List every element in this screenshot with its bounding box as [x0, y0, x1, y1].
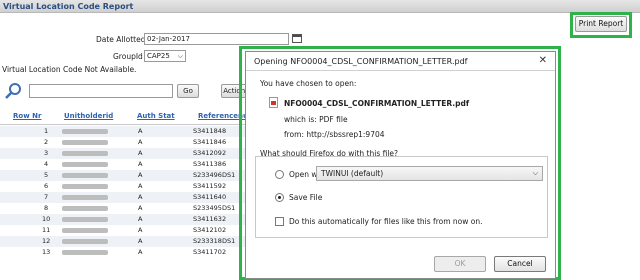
- auth-stat-cell: A: [138, 193, 143, 201]
- auth-stat-cell: A: [138, 226, 143, 234]
- reference-cell: S233495DS1: [193, 204, 236, 212]
- redacted-unitholderid: [62, 217, 108, 222]
- column-header-unitholderid[interactable]: Unitholderid: [64, 112, 113, 124]
- auth-stat-cell: A: [138, 171, 143, 179]
- auto-action-label[interactable]: Do this automatically for files like thi…: [289, 217, 482, 226]
- table-row[interactable]: 7 A S3411640: [0, 192, 260, 203]
- pdf-file-icon: [269, 97, 278, 108]
- row-nr-cell: 7: [44, 193, 49, 201]
- go-button[interactable]: Go: [177, 84, 199, 98]
- open-with-radio[interactable]: [275, 170, 284, 179]
- redacted-unitholderid: [62, 140, 108, 145]
- row-nr-cell: 11: [42, 226, 51, 234]
- group-id-select[interactable]: CAP25 ⌵: [144, 50, 186, 62]
- print-report-button[interactable]: Print Report: [575, 16, 627, 32]
- group-id-value: CAP25: [147, 52, 170, 60]
- auth-stat-cell: A: [138, 127, 143, 135]
- redacted-unitholderid: [62, 162, 108, 167]
- redacted-unitholderid: [62, 239, 108, 244]
- row-nr-cell: 12: [42, 237, 51, 245]
- file-open-dialog: Opening NFO0004_CDSL_CONFIRMATION_LETTER…: [245, 51, 556, 279]
- open-with-application-select[interactable]: TWINUI (default) ⌵: [316, 166, 543, 181]
- auto-action-checkbox[interactable]: [275, 217, 284, 226]
- table-row[interactable]: 12 A S233318DS1: [0, 236, 260, 247]
- dialog-file-source: from: http://sbssrep1:9704: [284, 130, 385, 139]
- row-nr-cell: 6: [44, 182, 49, 190]
- reference-cell: S3411386: [193, 160, 227, 168]
- reference-cell: S3411846: [193, 138, 227, 146]
- table-row[interactable]: 6 A S3411592: [0, 181, 260, 192]
- save-file-radio[interactable]: [275, 193, 284, 202]
- group-id-label: GroupId: [113, 52, 143, 61]
- reference-cell: S3412092: [193, 149, 227, 157]
- redacted-unitholderid: [62, 195, 108, 200]
- auth-stat-cell: A: [138, 215, 143, 223]
- row-nr-cell: 8: [44, 204, 49, 212]
- reference-cell: S233318DS1: [193, 237, 236, 245]
- table-row[interactable]: 8 A S233495DS1: [0, 203, 260, 214]
- reference-cell: S3411640: [193, 193, 227, 201]
- redacted-unitholderid: [62, 173, 108, 178]
- table-header-divider: [0, 124, 260, 125]
- search-input[interactable]: [29, 84, 173, 98]
- table-row[interactable]: 2 A S3411846: [0, 137, 260, 148]
- calendar-icon[interactable]: [292, 34, 302, 43]
- date-allotted-input[interactable]: 02-Jan-2017: [144, 33, 289, 45]
- table-row[interactable]: 10 A S3411632: [0, 214, 260, 225]
- table-row[interactable]: 11 A S3412102: [0, 225, 260, 236]
- reference-cell: S3411632: [193, 215, 227, 223]
- search-icon[interactable]: [4, 82, 24, 100]
- auth-stat-cell: A: [138, 149, 143, 157]
- auth-stat-cell: A: [138, 204, 143, 212]
- chevron-down-icon: ⌵: [177, 52, 183, 60]
- open-with-application-value: TWINUI (default): [321, 169, 384, 178]
- dialog-filename: NFO0004_CDSL_CONFIRMATION_LETTER.pdf: [284, 99, 470, 108]
- auth-stat-cell: A: [138, 182, 143, 190]
- page-title: Virtual Location Code Report: [0, 0, 640, 13]
- redacted-unitholderid: [62, 184, 108, 189]
- row-nr-cell: 3: [44, 149, 49, 157]
- dialog-intro-text: You have chosen to open:: [260, 79, 357, 88]
- redacted-unitholderid: [62, 129, 108, 134]
- cancel-button[interactable]: Cancel: [494, 256, 546, 272]
- notice-text: Virtual Location Code Not Available.: [2, 65, 137, 74]
- redacted-unitholderid: [62, 151, 108, 156]
- redacted-unitholderid: [62, 206, 108, 211]
- dialog-title-divider: [246, 70, 555, 71]
- table-row[interactable]: 5 A S233496DS1: [0, 170, 260, 181]
- auth-stat-cell: A: [138, 138, 143, 146]
- dialog-title: Opening NFO0004_CDSL_CONFIRMATION_LETTER…: [254, 57, 468, 66]
- table-row[interactable]: 4 A S3411386: [0, 159, 260, 170]
- column-header-row-nr[interactable]: Row Nr: [13, 112, 41, 124]
- ok-button[interactable]: OK: [434, 256, 486, 272]
- dialog-file-type: which is: PDF file: [284, 115, 348, 124]
- redacted-unitholderid: [62, 228, 108, 233]
- date-allotted-label: Date Allotted: [96, 35, 146, 44]
- action-options-group: Open with TWINUI (default) ⌵ Save File D…: [255, 156, 548, 238]
- auth-stat-cell: A: [138, 248, 143, 256]
- table-row[interactable]: 13 A S3411702: [0, 247, 260, 258]
- row-nr-cell: 13: [42, 248, 51, 256]
- save-file-label[interactable]: Save File: [289, 193, 322, 202]
- row-nr-cell: 5: [44, 171, 49, 179]
- column-header-auth-stat[interactable]: Auth Stat: [137, 112, 175, 124]
- row-nr-cell: 2: [44, 138, 49, 146]
- close-icon[interactable]: ✕: [539, 55, 547, 66]
- reference-cell: S3411592: [193, 182, 227, 190]
- reference-cell: S3412102: [193, 226, 227, 234]
- table-row[interactable]: 1 A S3411848: [0, 126, 260, 137]
- row-nr-cell: 10: [42, 215, 51, 223]
- redacted-unitholderid: [62, 250, 108, 255]
- table-row[interactable]: 3 A S3412092: [0, 148, 260, 159]
- reference-cell: S3411702: [193, 248, 227, 256]
- reference-cell: S233496DS1: [193, 171, 236, 179]
- row-nr-cell: 1: [44, 127, 49, 135]
- reference-cell: S3411848: [193, 127, 227, 135]
- chevron-down-icon: ⌵: [532, 169, 538, 177]
- auth-stat-cell: A: [138, 160, 143, 168]
- row-nr-cell: 4: [44, 160, 49, 168]
- auth-stat-cell: A: [138, 237, 143, 245]
